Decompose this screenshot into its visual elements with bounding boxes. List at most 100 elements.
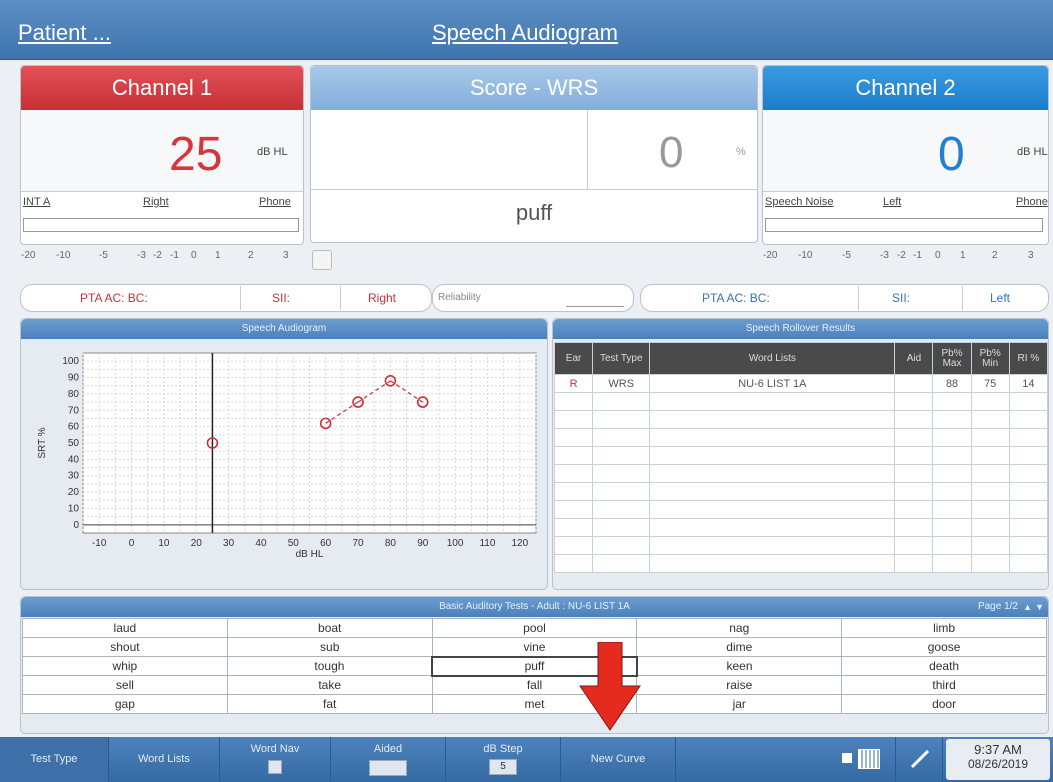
vu-scale-label: -10 [56,250,71,261]
pencil-icon[interactable] [908,747,932,771]
score-unit: % [736,146,746,158]
channel2-ear[interactable]: Left [883,196,901,208]
channel2-vu-scale: -20 -10 -5 -3 -2 -1 0 1 2 3 [763,250,1050,262]
chart-x-tick: 60 [320,538,332,549]
chart-x-tick: 80 [385,538,397,549]
chart-y-tick: 60 [68,422,80,433]
bottom-toolbar: Test Type Word Lists Word Nav Aided dB S… [0,737,1053,782]
vu-scale-label: -2 [153,250,162,261]
word-cell[interactable]: gap [22,694,228,714]
word-nav-button[interactable]: Word Nav [220,737,330,782]
col-pb-min: Pb% Min [970,342,1010,375]
vu-scale-label: -1 [170,250,179,261]
chart-y-tick: 0 [73,520,79,531]
db-step-value[interactable]: 5 [489,759,517,775]
word-row: laud boat pool nag limb [22,618,1047,638]
aided-button[interactable]: Aided [331,737,445,782]
clock: 9:37 AM 08/26/2019 [946,739,1050,780]
chart-x-tick: 0 [129,538,135,549]
word-cell[interactable]: sub [226,637,433,657]
word-row: sell take fall raise third [22,675,1047,695]
record-square-icon[interactable] [842,753,852,763]
word-cell[interactable]: shout [22,637,228,657]
channel2-output[interactable]: Phone [1016,196,1048,208]
channel2-transducer[interactable]: Speech Noise [765,196,834,208]
rollover-empty-row [553,500,1049,519]
channel1-panel: Channel 1 25 dB HL INT A Right Phone -20… [20,65,304,261]
word-cell[interactable]: boat [226,618,433,638]
vu-scale-label: 3 [1028,250,1034,261]
channel2-level[interactable]: 0 [938,127,965,182]
rollover-empty-row [553,482,1049,501]
channel1-title: Channel 1 [21,66,303,110]
chart-y-tick: 100 [62,356,79,367]
vu-scale-label: 2 [248,250,254,261]
rollover-empty-row [553,392,1049,411]
vu-scale-label: -2 [897,250,906,261]
vu-scale-label: -20 [763,250,778,261]
vu-scale-label: -5 [842,250,851,261]
rollover-cell: NU-6 LIST 1A [649,374,896,393]
word-row: shout sub vine dime goose [22,637,1047,657]
speech-rollover-panel: Speech Rollover Results Ear Test Type Wo… [552,318,1049,590]
vu-scale-label: -1 [913,250,922,261]
pta-left-label: PTA AC: BC: [702,291,770,305]
vu-scale-label: -5 [99,250,108,261]
channel1-transducer[interactable]: INT A [23,196,50,208]
word-nav-label: Word Nav [250,743,300,755]
grid-view-icon[interactable] [858,749,880,769]
clock-date: 08/26/2019 [967,757,1029,771]
word-cell[interactable]: keen [636,656,843,676]
word-cell[interactable]: door [841,694,1047,714]
word-cell[interactable]: pool [431,618,638,638]
word-cell[interactable]: laud [22,618,228,638]
word-cell[interactable]: dime [636,637,843,657]
vu-scale-label: -3 [880,250,889,261]
word-lists-button[interactable]: Word Lists [109,737,219,782]
db-step-button[interactable]: dB Step 5 [446,737,560,782]
word-cell[interactable]: nag [636,618,843,638]
new-curve-button[interactable]: New Curve [561,737,675,782]
test-type-button[interactable]: Test Type [0,737,108,782]
col-test-type: Test Type [592,342,651,375]
word-cell[interactable]: third [841,675,1047,695]
aided-toggle[interactable] [369,760,407,776]
word-cell[interactable]: whip [22,656,228,676]
score-toggle-button[interactable] [312,250,332,270]
word-cell[interactable]: sell [22,675,228,695]
speech-audiogram-chart[interactable]: -10 0 10 20 30 40 50 60 70 80 90 100 110 120 0 10 20 30 40… [21,339,547,589]
word-cell[interactable]: raise [636,675,843,695]
page-down-icon[interactable]: ▼ [1035,597,1044,617]
word-cell[interactable]: fat [226,694,433,714]
col-ear: Ear [553,342,594,375]
channel2-unit: dB HL [1017,146,1048,158]
patient-link[interactable]: Patient ... [18,20,111,46]
vu-scale-label: 1 [215,250,221,261]
word-cell[interactable]: goose [841,637,1047,657]
score-value: 0 [659,128,684,177]
pta-right-label: PTA AC: BC: [80,291,148,305]
chart-y-tick: 20 [68,487,80,498]
chart-x-label: dB HL [296,549,324,560]
speech-audiogram-panel: Speech Audiogram -10 0 10 20 30 40 50 60 70 80 90 1… [20,318,548,590]
rollover-cell [894,374,934,393]
word-list-header: Basic Auditory Tests - Adult : NU-6 LIST… [21,597,1048,617]
channel1-output[interactable]: Phone [259,196,291,208]
word-nav-checkbox[interactable] [268,760,282,774]
page-up-icon[interactable]: ▲ [1023,597,1032,617]
word-cell[interactable]: limb [841,618,1047,638]
chart-y-tick: 90 [68,373,80,384]
rollover-row[interactable]: R WRS NU-6 LIST 1A 88 75 14 [553,374,1049,393]
app-title: Speech Audiogram [432,20,618,45]
channel1-level[interactable]: 25 [169,127,222,182]
word-cell[interactable]: take [226,675,433,695]
channel1-ear[interactable]: Right [143,196,169,208]
rollover-empty-row [553,446,1049,465]
word-row: whip tough puff keen death [22,655,1047,677]
rollover-cell: R [553,374,594,393]
word-cell[interactable]: tough [226,656,433,676]
rollover-cell: 14 [1008,374,1049,393]
word-cell[interactable]: death [841,656,1047,676]
word-cell[interactable]: jar [636,694,843,714]
score-panel: Score - WRS 0 % puff [310,65,758,243]
